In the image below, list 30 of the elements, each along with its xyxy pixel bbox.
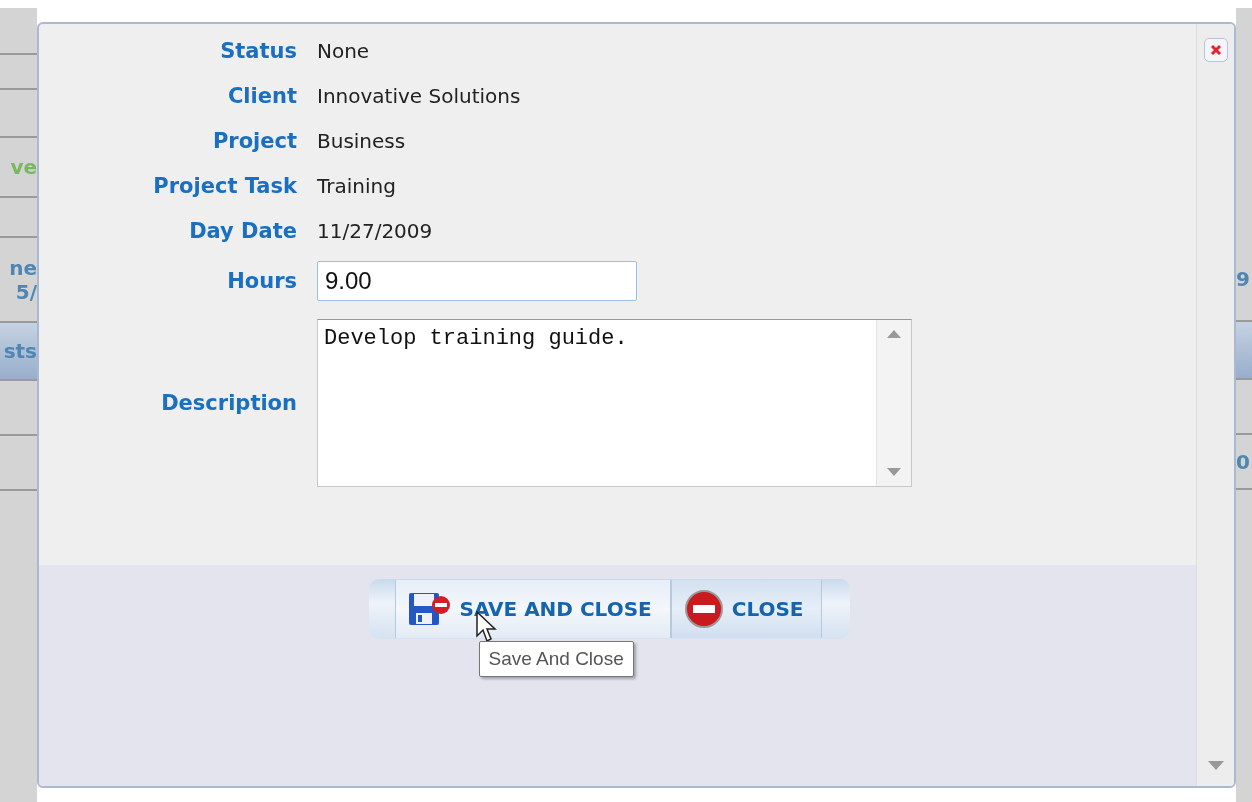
text-fragment: ve xyxy=(10,155,37,179)
field-value: Innovative Solutions xyxy=(317,83,521,108)
text-fragment: 0 xyxy=(1236,449,1250,474)
text-fragment: 9 xyxy=(1236,266,1250,291)
field-label: Client xyxy=(227,83,297,108)
text-fragment: ne xyxy=(9,255,37,280)
field-value: Training xyxy=(317,173,396,198)
field-label: Hours xyxy=(227,268,297,293)
save-and-close-button[interactable]: SAVE AND CLOSE xyxy=(394,580,671,638)
text-fragment: 5/ xyxy=(15,279,37,304)
field-value: Business xyxy=(317,128,406,153)
text-fragment: sts xyxy=(3,339,37,363)
close-icon[interactable] xyxy=(1203,38,1228,62)
scroll-down-icon[interactable] xyxy=(1207,761,1224,770)
hours-input[interactable]: 9.00 xyxy=(317,260,637,301)
field-label: Status xyxy=(220,38,297,63)
tooltip: Save And Close xyxy=(478,641,634,677)
scrollbar[interactable] xyxy=(876,320,911,486)
field-label: Project Task xyxy=(153,173,297,198)
field-value: None xyxy=(317,38,370,63)
scroll-down-icon[interactable] xyxy=(887,468,901,476)
close-button[interactable]: CLOSE xyxy=(670,580,823,638)
table-header-band xyxy=(1236,322,1252,380)
floppy-disk-icon xyxy=(407,591,452,627)
scroll-up-icon[interactable] xyxy=(887,330,901,338)
field-label: Day Date xyxy=(189,218,297,243)
stop-icon xyxy=(683,589,724,629)
field-label: Project xyxy=(212,128,297,153)
field-value: 11/27/2009 xyxy=(317,218,433,243)
field-label: Description xyxy=(161,391,297,415)
